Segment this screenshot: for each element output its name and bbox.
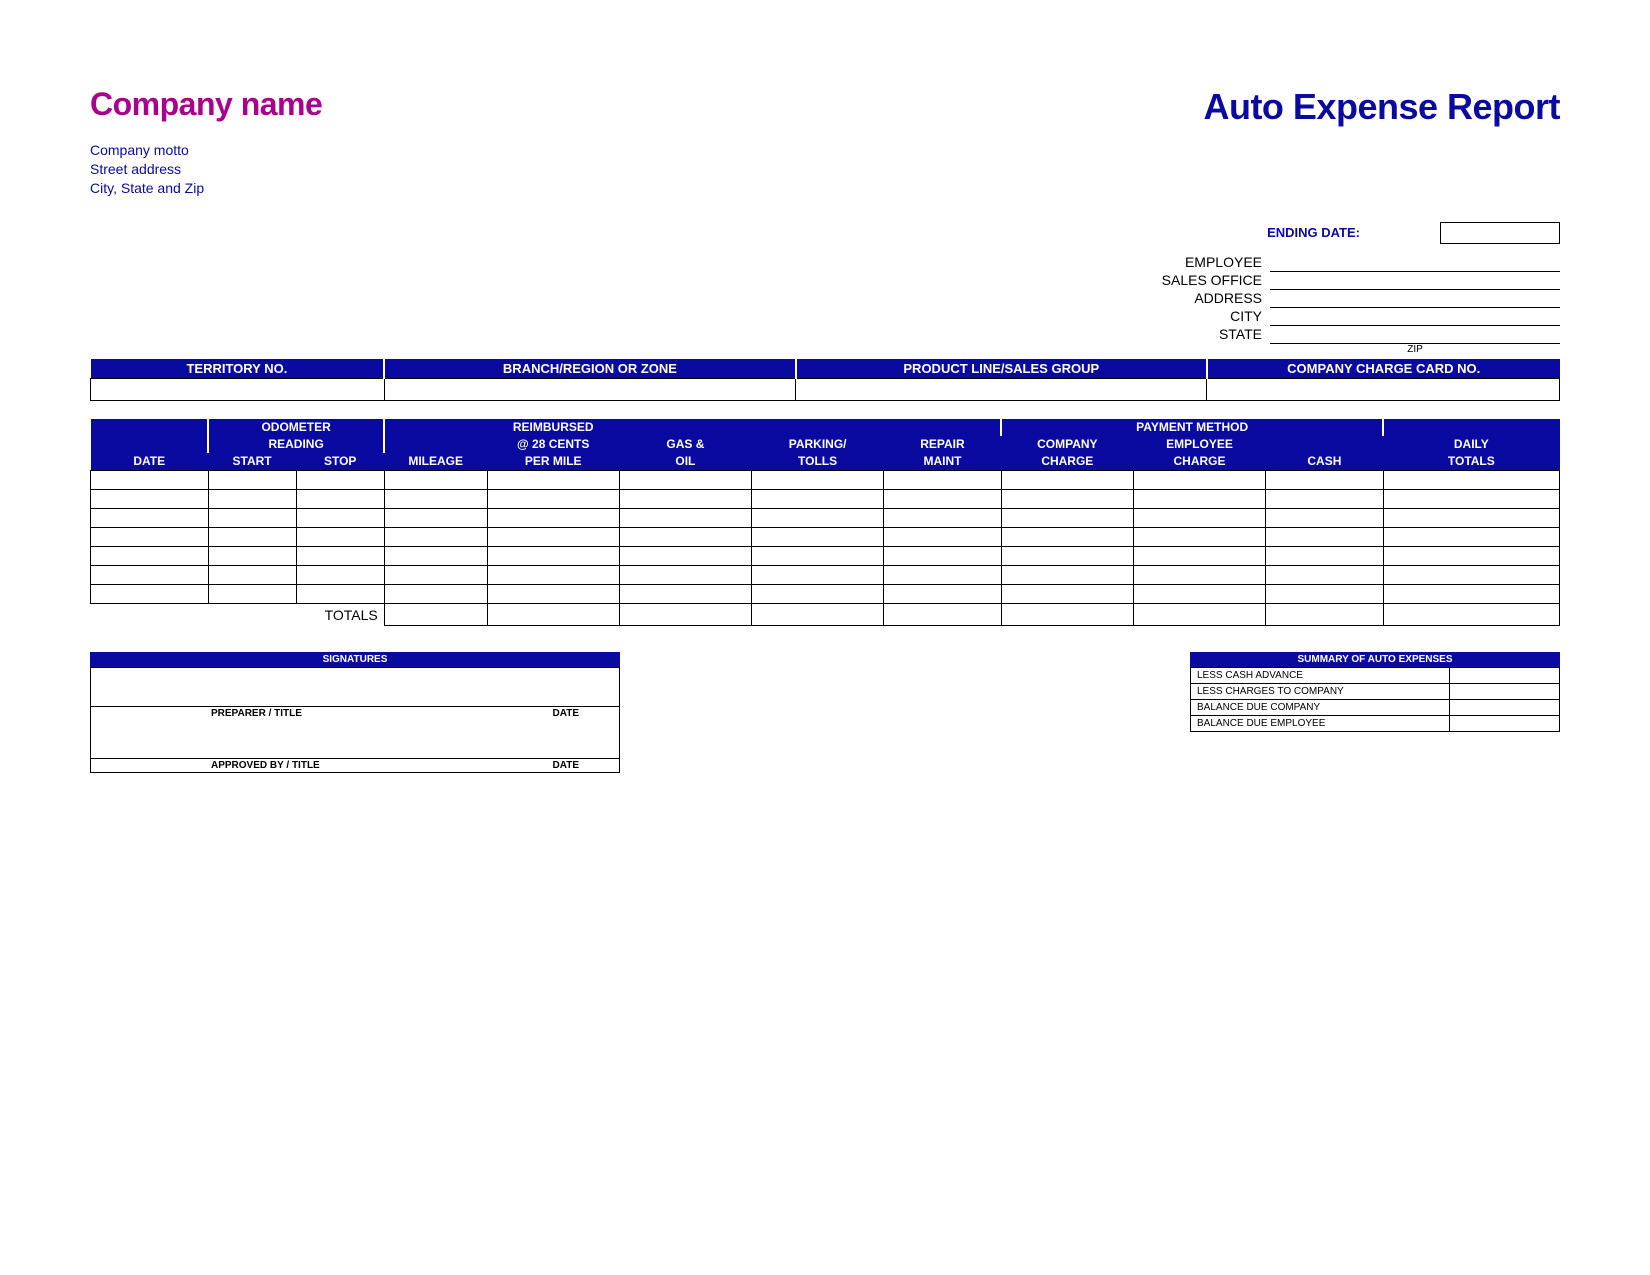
sales-office-input[interactable] xyxy=(1270,272,1560,290)
company-header-l2: CHARGE xyxy=(1001,453,1133,471)
table-row[interactable] xyxy=(91,509,1560,528)
preparer-date-label: DATE xyxy=(553,708,579,719)
gas-header-l2: OIL xyxy=(619,453,751,471)
summary-box: SUMMARY OF AUTO EXPENSES LESS CASH ADVAN… xyxy=(1190,652,1560,732)
summary-balance-company-label: BALANCE DUE COMPANY xyxy=(1191,700,1450,716)
employee-info-table: EMPLOYEE SALES OFFICE ADDRESS CITY STATE xyxy=(1162,254,1560,345)
ending-date-row: ENDING DATE: xyxy=(1267,222,1560,244)
territory-header: TERRITORY NO. xyxy=(91,359,385,379)
totals-daily[interactable] xyxy=(1383,604,1559,626)
state-label: STATE xyxy=(1162,326,1270,344)
company-city-state-zip: City, State and Zip xyxy=(90,179,322,198)
odometer-span: ODOMETER xyxy=(208,419,384,436)
stop-header: STOP xyxy=(296,453,384,471)
branch-header: BRANCH/REGION OR ZONE xyxy=(384,359,795,379)
state-input[interactable] xyxy=(1270,326,1560,344)
zip-label: ZIP xyxy=(1270,344,1560,355)
company-motto: Company motto xyxy=(90,141,322,160)
summary-balance-employee-value[interactable] xyxy=(1450,716,1560,732)
totals-cash[interactable] xyxy=(1266,604,1384,626)
sales-office-label: SALES OFFICE xyxy=(1162,272,1270,290)
mileage-header: MILEAGE xyxy=(384,453,487,471)
approver-signature-area[interactable] xyxy=(91,720,619,758)
ending-date-input[interactable] xyxy=(1440,222,1560,244)
repair-header-l2: MAINT xyxy=(884,453,1002,471)
summary-cash-advance-value[interactable] xyxy=(1450,668,1560,684)
charge-card-input[interactable] xyxy=(1207,379,1560,401)
daily-header-l1: DAILY xyxy=(1383,436,1559,453)
table-row[interactable] xyxy=(91,547,1560,566)
totals-repair[interactable] xyxy=(884,604,1002,626)
cash-header: CASH xyxy=(1266,453,1384,471)
parking-header-l2: TOLLS xyxy=(752,453,884,471)
charge-card-header: COMPANY CHARGE CARD NO. xyxy=(1207,359,1560,379)
totals-company[interactable] xyxy=(1001,604,1133,626)
start-header: START xyxy=(208,453,296,471)
employee-header-l2: CHARGE xyxy=(1133,453,1265,471)
totals-employee[interactable] xyxy=(1133,604,1265,626)
approver-date-label: DATE xyxy=(553,760,579,771)
summary-balance-employee-label: BALANCE DUE EMPLOYEE xyxy=(1191,716,1450,732)
gas-header-l1: GAS & xyxy=(619,436,751,453)
territory-input[interactable] xyxy=(91,379,385,401)
table-row[interactable] xyxy=(91,585,1560,604)
summary-title: SUMMARY OF AUTO EXPENSES xyxy=(1190,652,1560,667)
company-header-l1: COMPANY xyxy=(1001,436,1133,453)
totals-mileage[interactable] xyxy=(384,604,487,626)
table-row[interactable] xyxy=(91,471,1560,490)
reimbursed-header-l3: PER MILE xyxy=(487,453,619,471)
reimbursed-header-l1: REIMBURSED xyxy=(487,419,619,436)
summary-cash-advance-label: LESS CASH ADVANCE xyxy=(1191,668,1450,684)
expense-grid: ODOMETER REIMBURSED PAYMENT METHOD READI… xyxy=(90,419,1560,626)
totals-reimbursed[interactable] xyxy=(487,604,619,626)
branch-input[interactable] xyxy=(384,379,795,401)
expense-report-page: Company name Company motto Street addres… xyxy=(0,0,1650,773)
company-name: Company name xyxy=(90,86,322,123)
city-label: CITY xyxy=(1162,308,1270,326)
date-header: DATE xyxy=(91,453,209,471)
employee-input[interactable] xyxy=(1270,254,1560,272)
summary-charges-company-value[interactable] xyxy=(1450,684,1560,700)
reimbursed-header-l2: @ 28 CENTS xyxy=(487,436,619,453)
header-row: Company name Company motto Street addres… xyxy=(90,86,1560,198)
employee-label: EMPLOYEE xyxy=(1162,254,1270,272)
repair-header-l1: REPAIR xyxy=(884,436,1002,453)
parking-header-l1: PARKING/ xyxy=(752,436,884,453)
city-input[interactable] xyxy=(1270,308,1560,326)
section1-table: TERRITORY NO. BRANCH/REGION OR ZONE PROD… xyxy=(90,359,1560,401)
company-street: Street address xyxy=(90,160,322,179)
totals-row: TOTALS xyxy=(91,604,1560,626)
summary-charges-company-label: LESS CHARGES TO COMPANY xyxy=(1191,684,1450,700)
product-line-header: PRODUCT LINE/SALES GROUP xyxy=(796,359,1207,379)
summary-balance-company-value[interactable] xyxy=(1450,700,1560,716)
report-title: Auto Expense Report xyxy=(1203,86,1560,128)
approved-by-label: APPROVED BY / TITLE xyxy=(211,760,320,771)
employee-header-l1: EMPLOYEE xyxy=(1133,436,1265,453)
company-info: Company motto Street address City, State… xyxy=(90,141,322,198)
address-input[interactable] xyxy=(1270,290,1560,308)
table-row[interactable] xyxy=(91,528,1560,547)
signatures-box: SIGNATURES PREPARER / TITLE DATE APPROVE… xyxy=(90,652,620,773)
daily-header-l2: TOTALS xyxy=(1383,453,1559,471)
totals-gas[interactable] xyxy=(619,604,751,626)
table-row[interactable] xyxy=(91,490,1560,509)
preparer-label: PREPARER / TITLE xyxy=(211,708,302,719)
reading-span: READING xyxy=(208,436,384,453)
ending-date-label: ENDING DATE: xyxy=(1267,225,1360,240)
totals-parking[interactable] xyxy=(752,604,884,626)
table-row[interactable] xyxy=(91,566,1560,585)
address-label: ADDRESS xyxy=(1162,290,1270,308)
bottom-section: SIGNATURES PREPARER / TITLE DATE APPROVE… xyxy=(90,652,1560,773)
payment-method-span: PAYMENT METHOD xyxy=(1001,419,1383,436)
meta-block: ENDING DATE: EMPLOYEE SALES OFFICE ADDRE… xyxy=(90,222,1560,356)
signatures-title: SIGNATURES xyxy=(90,652,620,667)
preparer-signature-area[interactable] xyxy=(91,668,619,706)
totals-label: TOTALS xyxy=(296,604,384,626)
product-line-input[interactable] xyxy=(796,379,1207,401)
